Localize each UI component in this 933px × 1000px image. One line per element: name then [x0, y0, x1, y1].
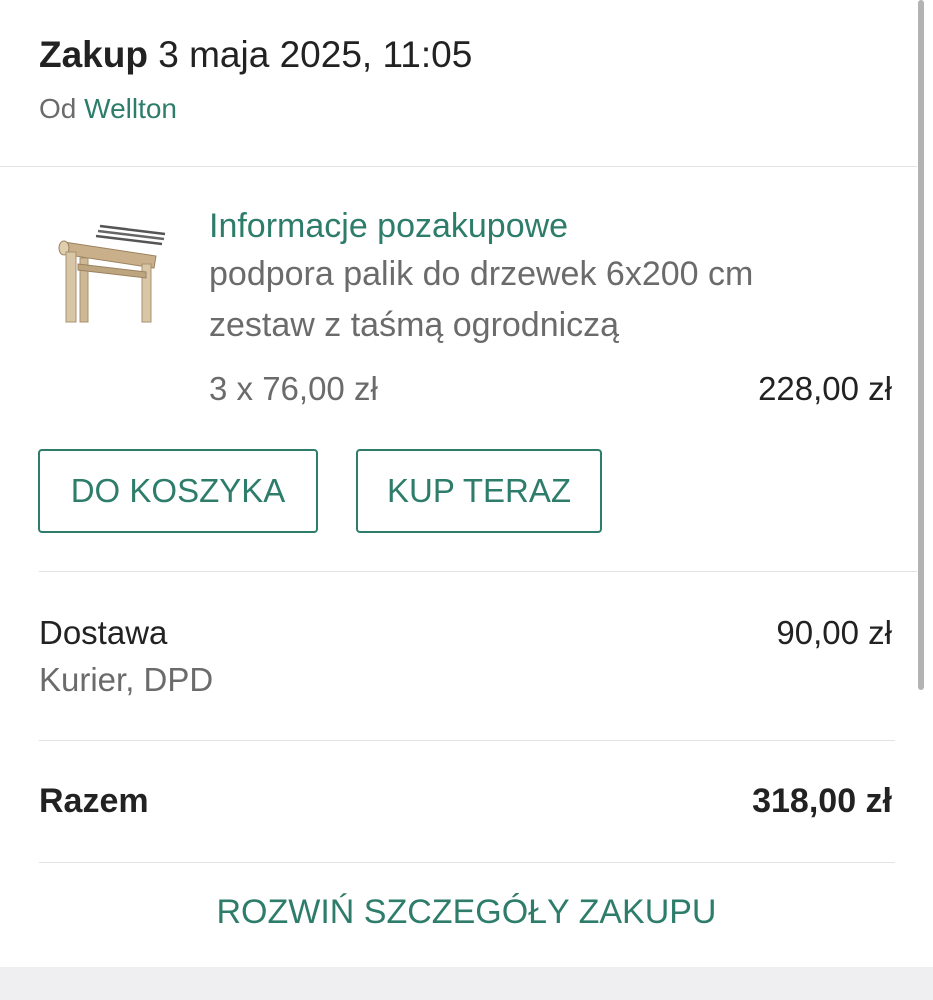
seller-prefix: Od: [39, 93, 77, 124]
total-divider: [39, 862, 895, 863]
expand-purchase-details-link[interactable]: ROZWIŃ SZCZEGÓŁY ZAKUPU: [0, 893, 933, 932]
bottom-separator-band: [0, 967, 933, 1000]
product-image[interactable]: [50, 212, 172, 328]
purchase-date: 3 maja 2025, 11:05: [158, 34, 473, 75]
vertical-scrollbar[interactable]: [918, 0, 924, 690]
header-divider: [0, 166, 917, 167]
delivery-price: 90,00 zł: [776, 614, 892, 651]
wooden-tree-stake-kit-image: [58, 224, 166, 323]
buy-now-button[interactable]: KUP TERAZ: [356, 449, 602, 533]
product-divider: [39, 571, 917, 572]
post-purchase-info-link[interactable]: Informacje pozakupowe: [209, 207, 568, 246]
product-quantity-price: 3 x 76,00 zł: [209, 370, 378, 407]
delivery-label: Dostawa: [39, 614, 168, 651]
product-total-price: 228,00 zł: [758, 370, 892, 407]
product-name-line-1[interactable]: podpora palik do drzewek 6x200 cm: [209, 255, 753, 294]
total-amount: 318,00 zł: [752, 782, 892, 820]
seller-row: Od Wellton: [39, 93, 177, 125]
total-label: Razem: [39, 782, 149, 820]
add-to-cart-button[interactable]: DO KOSZYKA: [38, 449, 318, 533]
seller-name-link[interactable]: Wellton: [84, 93, 177, 124]
purchase-title-label: Zakup: [39, 34, 148, 75]
product-name-line-2[interactable]: zestaw z taśmą ogrodniczą: [209, 306, 619, 345]
purchase-title: Zakup 3 maja 2025, 11:05: [39, 34, 472, 76]
delivery-divider: [39, 740, 895, 741]
delivery-method: Kurier, DPD: [39, 661, 214, 698]
